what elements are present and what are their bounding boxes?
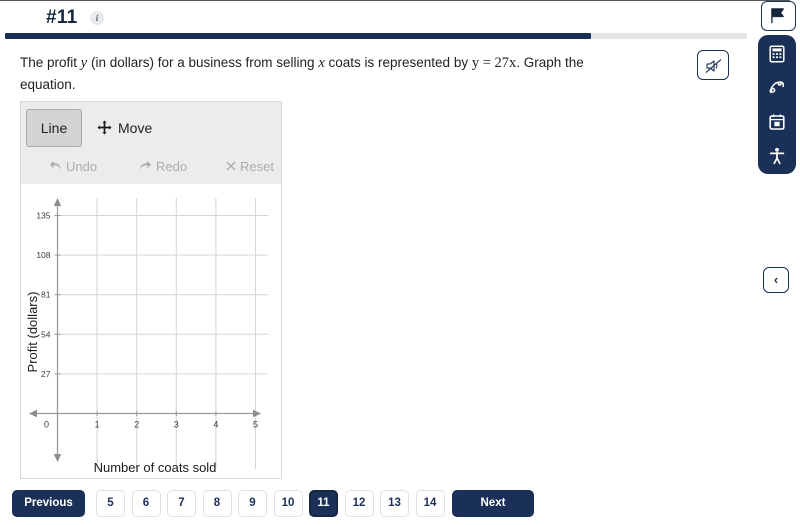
notepad-icon [769,114,785,130]
tool-row-secondary: Undo Redo Reset [21,152,281,184]
y-tick-label: 27 [41,369,51,379]
page-button-10[interactable]: 10 [273,490,303,517]
page-button-8[interactable]: 8 [202,490,232,517]
question-part-1: The profit [20,55,81,70]
x-tick-label: 2 [134,420,139,430]
x-tick-label: 5 [253,420,258,430]
redo-button[interactable]: Redo [139,152,187,182]
y-axis-arrow-up [53,198,62,206]
close-x-icon [226,152,236,182]
page-button-9[interactable]: 9 [238,490,267,517]
scratchpad-button[interactable] [758,71,796,105]
redo-label: Redo [156,159,188,174]
x-tick-labels: 0 1 2 3 4 5 [44,420,258,430]
undo-arrow-icon [49,152,62,182]
x-axis-title: Number of coats sold [94,460,217,475]
page-button-14[interactable]: 14 [415,490,445,517]
question-header: #11 i [0,1,750,31]
next-button[interactable]: Next [452,490,534,517]
accessibility-icon [769,147,785,165]
x-tick-label: 1 [95,420,100,430]
gridlines [57,198,268,469]
question-part-2: (in dollars) for a business from selling [87,55,319,70]
progress-bar [5,33,747,39]
progress-bar-fill [5,33,592,39]
page-button-7[interactable]: 7 [167,490,196,517]
y-tick-label: 135 [36,211,50,221]
page-button-12[interactable]: 12 [344,490,374,517]
x-tick-label: 4 [213,420,218,430]
page-button-6[interactable]: 6 [131,490,161,517]
y-axis-title: Profit (dollars) [25,292,40,373]
y-tick-label: 81 [41,290,51,300]
redo-arrow-icon [139,152,152,182]
reset-label: Reset [240,159,274,174]
page-button-5[interactable]: 5 [96,490,125,517]
page-button-11[interactable]: 11 [309,490,338,517]
speaker-muted-icon [705,59,722,73]
previous-button[interactable]: Previous [12,490,85,517]
audio-mute-button[interactable] [697,50,729,80]
notes-button[interactable] [758,105,796,139]
tool-rail [758,35,796,174]
flag-question-button[interactable] [761,1,796,31]
page-button-13[interactable]: 13 [380,490,409,517]
graph-toolbar: Line Move Undo Redo Reset [21,102,281,184]
undo-label: Undo [66,159,98,174]
tool-row-primary: Line Move [21,102,281,154]
calculator-icon [769,45,785,63]
tool-move-button[interactable]: Move [91,109,158,147]
accessibility-button[interactable] [758,139,796,173]
x-tick-label: 3 [174,420,179,430]
pagination: Previous 5 6 7 8 9 10 11 12 13 14 Next [0,490,800,525]
scribble-icon [769,81,785,94]
app-root: #11 i The profit y (in dollars) for a bu… [0,0,800,525]
reset-button[interactable]: Reset [226,152,274,182]
collapse-panel-button[interactable]: ‹ [763,267,789,293]
y-tick-label: 108 [36,250,50,260]
question-part-3: coats is represented by [324,55,472,70]
y-axis-arrow-down [53,454,62,462]
info-icon[interactable]: i [90,11,104,25]
tool-move-label: Move [118,120,153,136]
coordinate-plane[interactable]: 27 54 81 108 135 0 1 2 3 4 5 Profit (dollars) Num… [21,184,281,478]
equation: y = 27x [471,55,517,71]
undo-button[interactable]: Undo [49,152,97,182]
axis-ticks [54,215,256,416]
x-tick-label: 0 [44,420,49,430]
graphing-widget: Line Move Undo Redo Reset 27 54 81 108 1… [20,101,282,479]
question-text: The profit y (in dollars) for a business… [20,52,635,95]
y-tick-label: 54 [41,329,51,339]
x-axis-arrow-left [29,409,37,418]
calculator-button[interactable] [758,37,796,71]
flag-icon [771,8,784,24]
tool-line-button[interactable]: Line [26,109,82,147]
move-arrows-icon [97,111,112,149]
x-axis-arrow-right [253,409,261,418]
page-title: #11 [46,7,78,28]
graph-svg[interactable]: 27 54 81 108 135 0 1 2 3 4 5 Profit (dollars) Num… [21,184,281,478]
